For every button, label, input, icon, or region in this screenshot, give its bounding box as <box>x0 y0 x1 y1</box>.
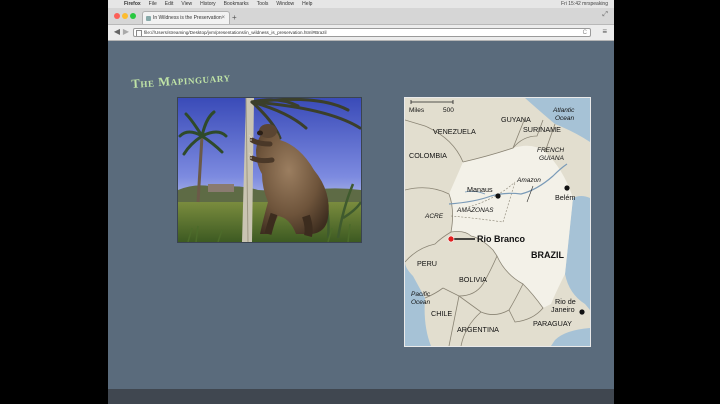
reload-icon[interactable]: C <box>583 29 587 36</box>
page-favicon-icon <box>146 16 151 21</box>
map-label-peru: PERU <box>417 259 437 268</box>
fullscreen-icon[interactable]: ⤢ <box>602 11 608 19</box>
menu-edit[interactable]: Edit <box>165 0 174 8</box>
map-label-argentina: ARGENTINA <box>457 325 499 334</box>
manaus-marker-icon <box>495 193 501 199</box>
menu-bookmarks[interactable]: Bookmarks <box>224 0 249 8</box>
map-label-paraguay: PARAGUAY <box>533 319 572 328</box>
url-text: file:///Users/streaming/Desktop/jvm/pres… <box>144 30 327 35</box>
tab-title: In Wildness is the Preservation <box>153 15 222 21</box>
tab-active[interactable]: In Wildness is the Preservation × <box>142 11 230 24</box>
url-bar[interactable]: file:///Users/streaming/Desktop/jvm/pres… <box>133 28 591 37</box>
map-label-pacific-1: Pacific <box>411 291 431 298</box>
map-scale-value: 500 <box>443 107 454 114</box>
map-label-atlantic-2: Ocean <box>555 115 575 122</box>
menu-file[interactable]: File <box>149 0 157 8</box>
slide-title: The Mapinguary <box>130 70 232 92</box>
screen: Firefox File Edit View History Bookmarks… <box>108 0 614 404</box>
menu-items: Firefox File Edit View History Bookmarks… <box>124 0 312 8</box>
map-label-rio-2: Janeiro <box>551 305 575 314</box>
map-label-colombia: COLOMBIA <box>409 151 447 160</box>
hamburger-menu-icon[interactable]: ≡ <box>602 27 607 37</box>
rio-de-janeiro-marker-icon <box>579 309 585 315</box>
presentation-slide: The Mapinguary Miles 500 VENEZUELA GUYAN… <box>108 41 614 389</box>
map-label-pacific-2: Ocean <box>411 299 431 306</box>
map-label-suriname: SURINAME <box>523 125 561 134</box>
menu-firefox[interactable]: Firefox <box>124 0 141 8</box>
menu-status: Fri 15:42 mrspeaking <box>561 1 608 7</box>
close-window-button[interactable] <box>114 13 120 19</box>
menu-view[interactable]: View <box>181 0 192 8</box>
forward-icon[interactable]: ▶ <box>121 27 131 37</box>
zoom-window-button[interactable] <box>130 13 136 19</box>
map-label-belem: Belém <box>555 193 575 202</box>
menu-help[interactable]: Help <box>302 0 312 8</box>
mapinguary-photo <box>177 97 362 243</box>
belem-marker-icon <box>564 185 570 191</box>
map-label-amazon: Amazon <box>516 177 541 184</box>
map-label-french-guiana-2: GUIANA <box>539 155 564 162</box>
page-icon <box>136 30 142 36</box>
menu-history[interactable]: History <box>200 0 216 8</box>
rio-branco-marker-icon <box>447 235 455 243</box>
menu-bar: Firefox File Edit View History Bookmarks… <box>108 0 614 8</box>
map-label-rio-branco: Rio Branco <box>477 234 526 244</box>
map-label-venezuela: VENEZUELA <box>433 127 476 136</box>
new-tab-button[interactable]: + <box>232 13 237 23</box>
tab-close-icon[interactable]: × <box>221 12 225 24</box>
south-america-map: Miles 500 VENEZUELA GUYANA SURINAME COLO… <box>404 97 591 347</box>
map-label-brazil: BRAZIL <box>531 250 564 260</box>
menu-window[interactable]: Window <box>276 0 294 8</box>
map-label-guyana: GUYANA <box>501 115 531 124</box>
map-label-french-guiana-1: FRENCH <box>537 147 564 154</box>
map-scale-miles: Miles <box>409 107 425 114</box>
menu-tools[interactable]: Tools <box>257 0 269 8</box>
map-label-bolivia: BOLIVIA <box>459 275 487 284</box>
map-label-chile: CHILE <box>431 309 452 318</box>
tab-bar: In Wildness is the Preservation × + ⤢ <box>108 8 614 25</box>
map-label-manaus: Manaus <box>467 185 493 194</box>
bottom-bar <box>108 389 614 404</box>
nav-bar: ◀ ▶ file:///Users/streaming/Desktop/jvm/… <box>108 25 614 41</box>
minimize-window-button[interactable] <box>122 13 128 19</box>
map-label-acre: ACRE <box>424 213 444 220</box>
map-label-atlantic-1: Atlantic <box>552 107 575 114</box>
map-label-amazonas: AMAZONAS <box>456 207 494 214</box>
